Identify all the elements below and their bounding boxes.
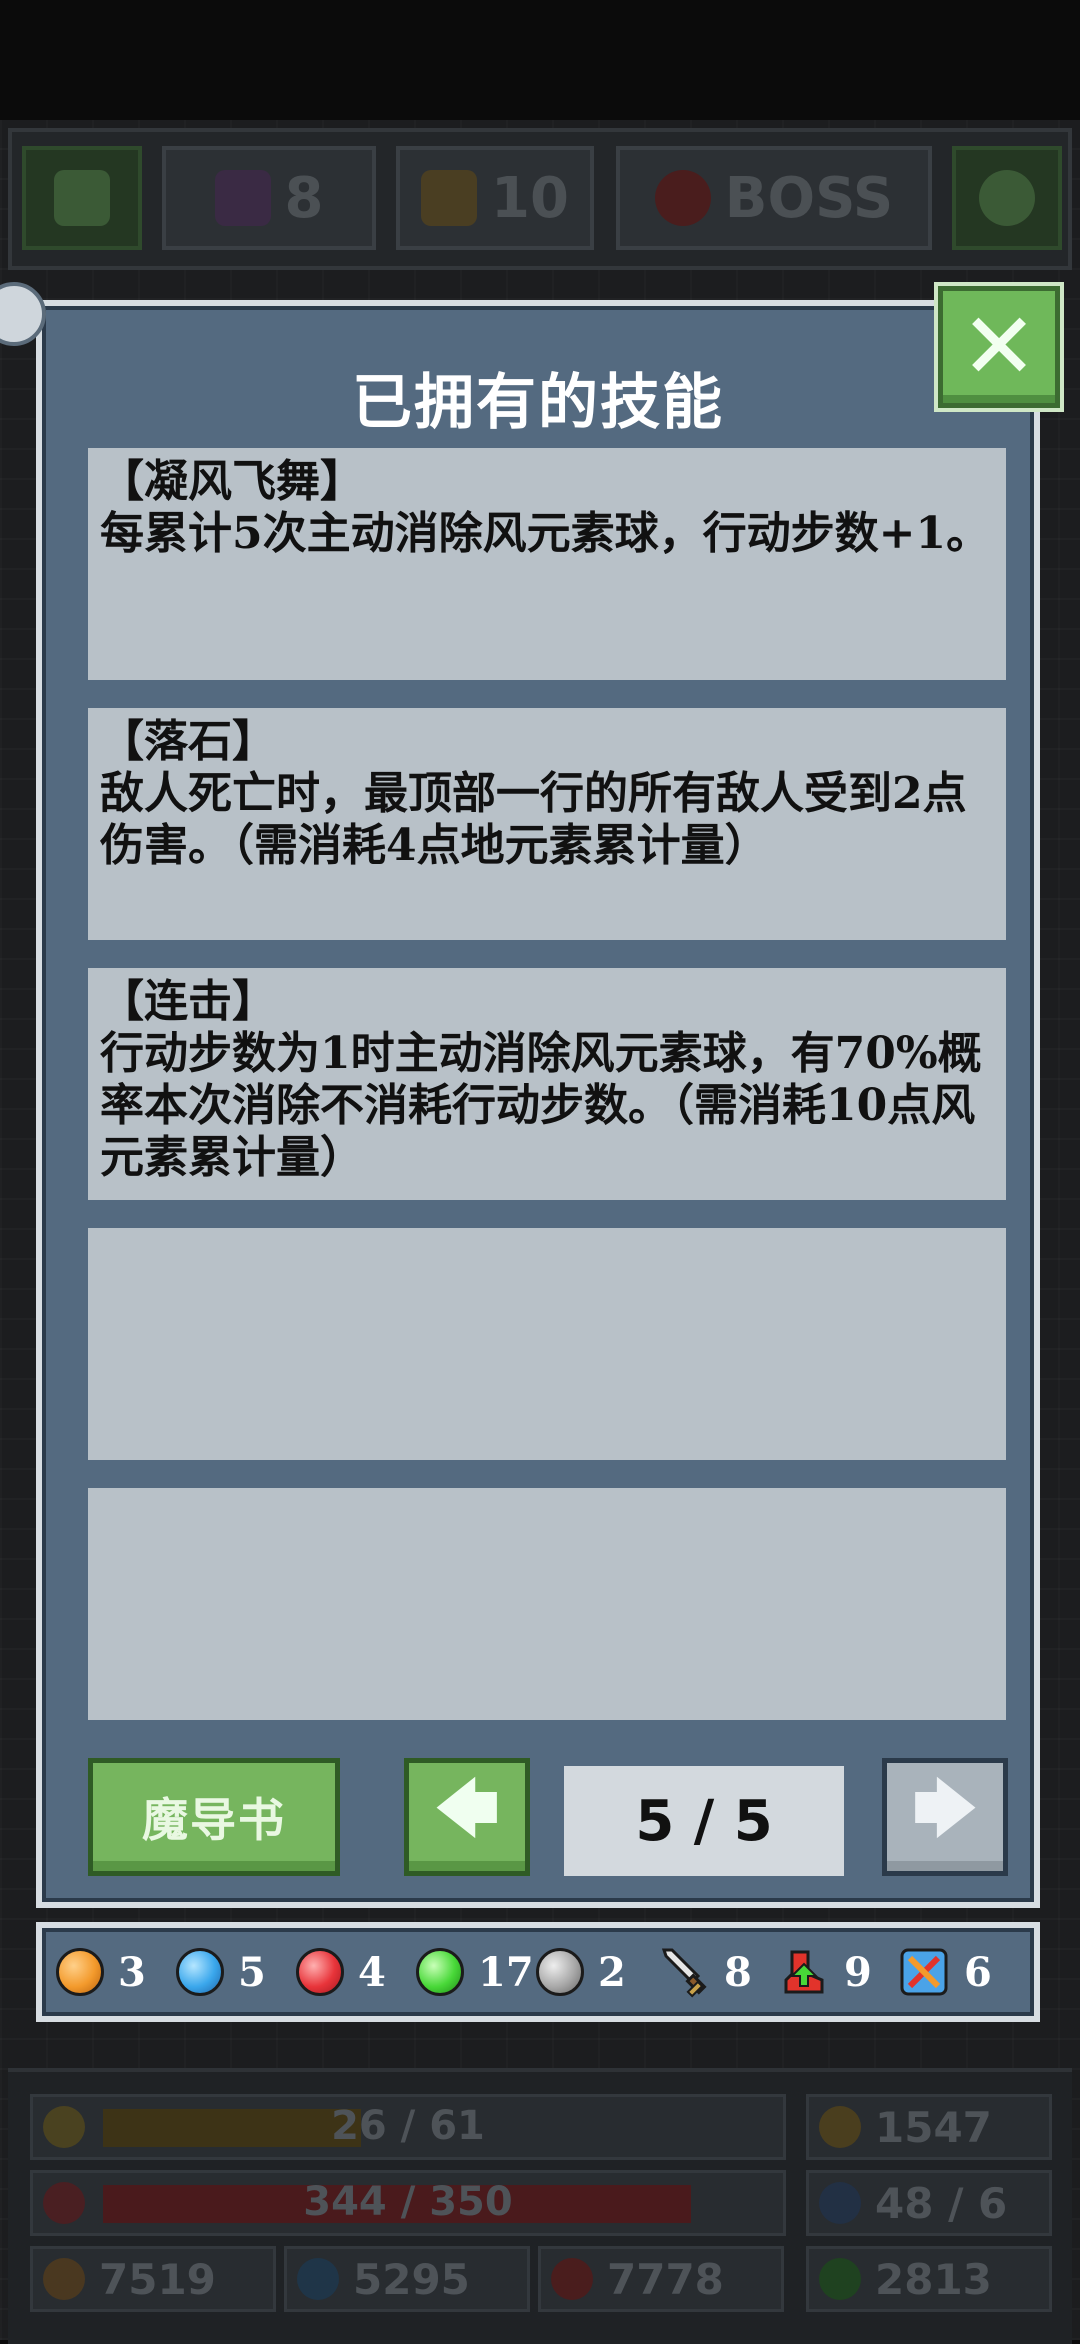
- boot-icon: [784, 1950, 824, 1994]
- gear-icon: [979, 170, 1035, 226]
- skill-card-empty-2: [88, 1488, 1006, 1720]
- skill-description: 敌人死亡时，最顶部一行的所有敌人受到2点伤害。（需消耗4点地元素累计量）: [100, 768, 967, 871]
- resource-item: 8: [658, 1946, 752, 1998]
- resource-value: 6: [964, 1948, 992, 1996]
- house-icon: [421, 170, 478, 226]
- stat-box-1: 7519: [30, 2246, 276, 2312]
- boss-indicator[interactable]: BOSS: [616, 146, 932, 250]
- stat-value-3: 7778: [607, 2254, 724, 2304]
- level-value: 10: [491, 165, 569, 231]
- blue-orb-icon: [176, 1948, 224, 1996]
- orange-orb-icon: [56, 1948, 104, 1996]
- orange-orb-icon: [43, 2258, 85, 2300]
- resource-item: 4: [296, 1946, 386, 1998]
- green-orb-icon: [416, 1948, 464, 1996]
- arrow-right-icon: 🡆: [912, 1771, 978, 1845]
- resource-item: 5: [176, 1946, 266, 1998]
- prev-page-button[interactable]: 🡄: [404, 1758, 530, 1876]
- skill-description: 每累计5次主动消除风元素球，行动步数+1。: [100, 508, 991, 559]
- green-orb-icon: [819, 2258, 861, 2300]
- resource-item: 17: [416, 1946, 534, 1998]
- stat-value-1: 7519: [99, 2254, 216, 2304]
- gold-counter: 1547: [806, 2094, 1052, 2160]
- close-button[interactable]: ✕: [938, 286, 1060, 408]
- resource-item: 2: [536, 1946, 626, 1998]
- arrow-left-icon: 🡄: [434, 1771, 500, 1845]
- resource-value: 9: [844, 1948, 872, 1996]
- stat-value-4: 2813: [875, 2254, 992, 2304]
- hp-text: 344 / 350: [303, 2179, 513, 2225]
- skill-name: 【连击】: [100, 976, 276, 1027]
- skills-dialog: 已拥有的技能 【凝风飞舞】 每累计5次主动消除风元素球，行动步数+1。 【落石】…: [36, 300, 1040, 1908]
- gray-orb-icon: [536, 1948, 584, 1996]
- skill-name: 【凝风飞舞】: [100, 456, 364, 507]
- resource-value: 17: [478, 1948, 534, 1996]
- resource-value: 5: [238, 1948, 266, 1996]
- red-orb-icon: [551, 2258, 593, 2300]
- moves-value: 48 / 6: [875, 2178, 1008, 2228]
- page-indicator: 5 / 5: [564, 1766, 844, 1876]
- resource-value: 8: [724, 1948, 752, 1996]
- bottom-hud: 26 / 61 1547 344 / 350 48 / 6 7519 5295 …: [8, 2068, 1072, 2344]
- boot-icon: [819, 2182, 861, 2224]
- boss-icon: [654, 170, 711, 226]
- sword-icon: [661, 1948, 707, 1998]
- next-page-button[interactable]: 🡆: [882, 1758, 1008, 1876]
- resource-value: 2: [598, 1948, 626, 1996]
- gold-value: 1547: [875, 2102, 992, 2152]
- skill-card-1[interactable]: 【凝风飞舞】 每累计5次主动消除风元素球，行动步数+1。: [88, 448, 1006, 680]
- gem-value: 8: [284, 165, 324, 231]
- skill-description: 行动步数为1时主动消除风元素球，有70%概率本次消除不消耗行动步数。（需消耗10…: [100, 1028, 982, 1183]
- xp-row: 26 / 61: [30, 2094, 786, 2160]
- settings-button[interactable]: [952, 146, 1062, 250]
- resource-item: 9: [778, 1946, 872, 1998]
- person-icon: [54, 170, 110, 226]
- skill-name: 【落石】: [100, 716, 276, 767]
- resource-value: 4: [358, 1948, 386, 1996]
- boss-label: BOSS: [724, 165, 894, 231]
- profile-button[interactable]: [22, 146, 142, 250]
- level-counter: 10: [396, 146, 594, 250]
- dialog-panel: 已拥有的技能 【凝风飞舞】 每累计5次主动消除风元素球，行动步数+1。 【落石】…: [42, 306, 1034, 1902]
- skill-card-empty-1: [88, 1228, 1006, 1460]
- moves-counter: 48 / 6: [806, 2170, 1052, 2236]
- resource-item: 6: [898, 1946, 992, 1998]
- stat-value-2: 5295: [353, 2254, 470, 2304]
- gem-icon: [214, 170, 271, 226]
- gem-counter: 8: [162, 146, 376, 250]
- resource-bar: 3 5 4 17 2 8 9 6: [36, 1922, 1040, 2022]
- dialog-title: 已拥有的技能: [352, 368, 724, 438]
- spellbook-button[interactable]: 魔导书: [88, 1758, 340, 1876]
- skill-card-3[interactable]: 【连击】 行动步数为1时主动消除风元素球，有70%概率本次消除不消耗行动步数。（…: [88, 968, 1006, 1200]
- close-icon: ✕: [960, 293, 1038, 400]
- stat-box-2: 5295: [284, 2246, 530, 2312]
- hp-row: 344 / 350: [30, 2170, 786, 2236]
- crossed-weapons-icon: [900, 1948, 948, 1996]
- stat-box-3: 7778: [538, 2246, 784, 2312]
- top-status-bar: 8 10 BOSS: [8, 128, 1072, 270]
- resource-item: 3: [56, 1946, 146, 1998]
- blue-orb-icon: [297, 2258, 339, 2300]
- xp-text: 26 / 61: [331, 2103, 485, 2149]
- resource-value: 3: [118, 1948, 146, 1996]
- skill-card-2[interactable]: 【落石】 敌人死亡时，最顶部一行的所有敌人受到2点伤害。（需消耗4点地元素累计量…: [88, 708, 1006, 940]
- red-orb-icon: [296, 1948, 344, 1996]
- resource-list: 3 5 4 17 2 8 9 6: [42, 1928, 1034, 2016]
- stat-box-4: 2813: [806, 2246, 1052, 2312]
- coin-icon: [819, 2106, 861, 2148]
